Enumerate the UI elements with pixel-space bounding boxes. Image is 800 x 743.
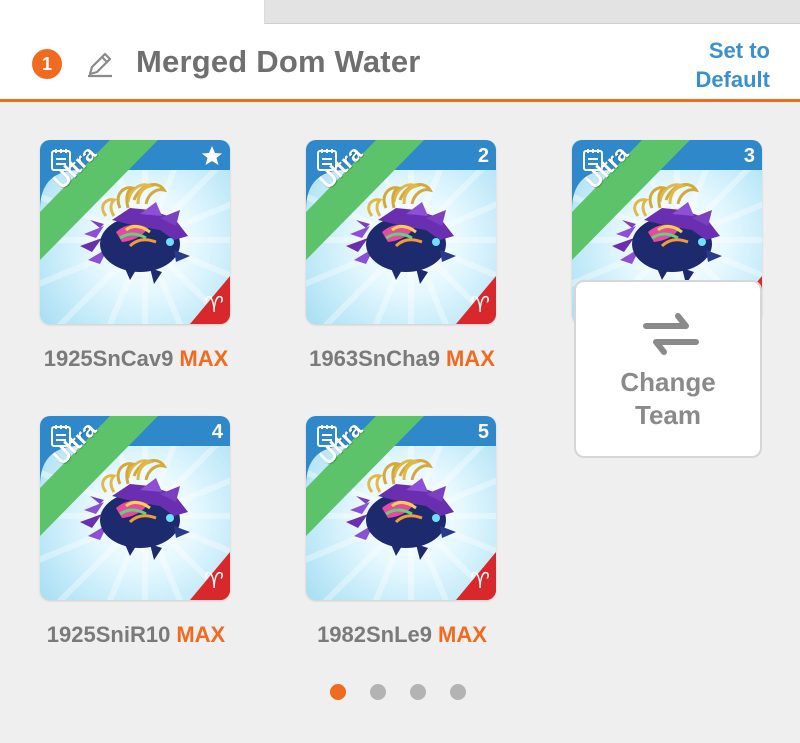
leader-star-icon [202, 146, 222, 165]
monster-name-label: 1963SnCha9 MAX [282, 346, 522, 372]
tab-strip [0, 0, 800, 24]
monster-card[interactable]: 4 Ultra ♈ [40, 416, 230, 600]
team-header: 1 Merged Dom Water Set to Default [0, 24, 800, 102]
monster-portrait [612, 183, 722, 284]
monster-name: 1925SnCav9 [43, 346, 174, 371]
monster-name-label: 1925SnCav9 MAX [16, 346, 256, 372]
level-max-badge: MAX [438, 622, 487, 647]
pagination-dot[interactable] [450, 684, 466, 700]
slot-number: 3 [743, 145, 755, 167]
pagination-dot[interactable] [330, 684, 346, 700]
set-to-default-button[interactable]: Set to Default [650, 36, 770, 94]
pagination-dots [330, 684, 466, 700]
level-max-badge: MAX [445, 346, 495, 371]
monster-portrait [80, 459, 190, 560]
pagination-dot[interactable] [410, 684, 426, 700]
slot-number: 5 [477, 421, 489, 443]
pagination-dot[interactable] [370, 684, 386, 700]
aries-icon: ♈ [204, 292, 224, 317]
monster-name-label: 1925SniR10 MAX [16, 622, 256, 648]
slot-number: 2 [477, 145, 489, 167]
aries-icon: ♈ [470, 292, 490, 317]
change-team-line2: Team [635, 400, 701, 430]
level-max-badge: MAX [176, 622, 226, 647]
monster-card[interactable]: Ultra ♈ [40, 140, 230, 324]
monster-portrait [346, 183, 456, 284]
aries-icon: ♈ [470, 568, 490, 593]
monster-name: 1925SniR10 [46, 622, 171, 647]
notification-badge: 1 [32, 49, 62, 79]
tab-inactive[interactable] [265, 0, 800, 24]
monster-name-label: 1982SnLe9 MAX [282, 622, 522, 648]
tab-active[interactable] [0, 0, 265, 24]
monster-name: 1963SnCha9 [309, 346, 440, 371]
pencil-icon[interactable] [84, 48, 116, 80]
change-team-button[interactable]: Change Team [574, 280, 762, 458]
monster-portrait [80, 183, 190, 284]
monster-card[interactable]: 5 Ultra ♈ [306, 416, 496, 600]
team-name-title: Merged Dom Water [136, 44, 421, 79]
monster-card[interactable]: 2 Ultra ♈ [306, 140, 496, 324]
aries-icon: ♈ [204, 568, 224, 593]
swap-arrows-icon [643, 313, 699, 355]
slot-number: 4 [211, 421, 223, 443]
change-team-label: Change Team [576, 366, 760, 432]
change-team-line1: Change [620, 367, 716, 397]
level-max-badge: MAX [179, 346, 229, 371]
monster-name: 1982SnLe9 [317, 622, 433, 647]
monster-portrait [346, 459, 456, 560]
